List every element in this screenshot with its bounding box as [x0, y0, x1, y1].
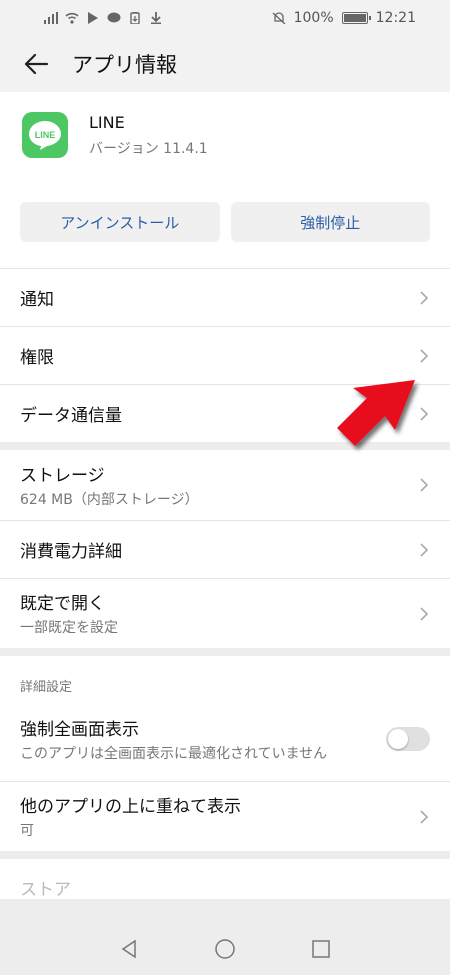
store-label: ストア: [20, 880, 71, 899]
row-open-by-default[interactable]: 既定で開く 一部既定を設定: [0, 578, 450, 648]
recent-apps-square-icon[interactable]: [311, 939, 331, 959]
download-icon: [151, 12, 161, 24]
mute-bell-icon: [272, 12, 286, 24]
status-bar: 100% 12:21: [0, 0, 450, 36]
row-sublabel: 一部既定を設定: [20, 620, 118, 636]
app-version: バージョン 11.4.1: [89, 140, 208, 157]
row-battery-details[interactable]: 消費電力詳細: [0, 520, 450, 578]
home-circle-icon[interactable]: [214, 938, 236, 960]
chevron-right-icon: [420, 542, 429, 557]
signal-icon: [44, 12, 58, 24]
row-label: 通知: [20, 290, 54, 310]
chevron-right-icon: [420, 809, 429, 824]
row-label: 他のアプリの上に重ねて表示: [20, 797, 241, 817]
chevron-right-icon: [420, 606, 429, 621]
back-button[interactable]: [20, 48, 52, 80]
row-label: 強制全画面表示: [20, 719, 139, 740]
back-arrow-icon: [24, 53, 49, 75]
svg-text:LINE: LINE: [35, 130, 56, 140]
page-title: アプリ情報: [72, 53, 177, 77]
app-name: LINE: [89, 112, 125, 132]
line-bubble-icon: LINE: [29, 121, 61, 150]
force-stop-button[interactable]: 強制停止: [230, 202, 430, 242]
battery-icon: [341, 12, 371, 24]
back-triangle-icon[interactable]: [119, 939, 139, 959]
row-fullscreen[interactable]: 強制全画面表示 このアプリは全画面表示に最適化されていません: [0, 701, 450, 781]
row-label: 消費電力詳細: [20, 542, 122, 562]
play-store-icon: [88, 12, 98, 24]
fullscreen-toggle[interactable]: [386, 727, 430, 751]
row-sublabel: 624 MB（内部ストレージ）: [20, 491, 199, 508]
battery-percent: 100%: [293, 10, 334, 26]
app-header: LINE LINE バージョン 11.4.1: [0, 92, 450, 168]
advanced-caption: 詳細設定: [20, 680, 73, 695]
line-app-icon: LINE: [22, 112, 68, 158]
red-arrow-pointer: [337, 380, 415, 446]
wifi-icon: [65, 12, 79, 24]
row-notifications[interactable]: 通知: [0, 268, 450, 326]
battery-saver-icon: [130, 12, 140, 24]
chevron-right-icon: [420, 290, 429, 305]
advanced-section: 詳細設定 強制全画面表示 このアプリは全画面表示に最適化されていません 他のアプ…: [0, 656, 450, 851]
chevron-right-icon: [420, 478, 429, 492]
app-bar: アプリ情報: [0, 36, 450, 92]
row-draw-over-apps[interactable]: 他のアプリの上に重ねて表示 可: [0, 781, 450, 851]
row-sublabel: 可: [20, 823, 34, 839]
store-section: ストア: [0, 859, 450, 899]
row-sublabel: このアプリは全画面表示に最適化されていません: [20, 745, 328, 762]
row-label: 既定で開く: [20, 594, 105, 614]
storage-section: ストレージ 624 MB（内部ストレージ） 消費電力詳細 既定で開く 一部既定を…: [0, 450, 450, 648]
line-notification-icon: [107, 12, 121, 23]
navigation-bar: [0, 923, 450, 975]
uninstall-button[interactable]: アンインストール: [20, 202, 220, 242]
clock: 12:21: [375, 10, 416, 26]
